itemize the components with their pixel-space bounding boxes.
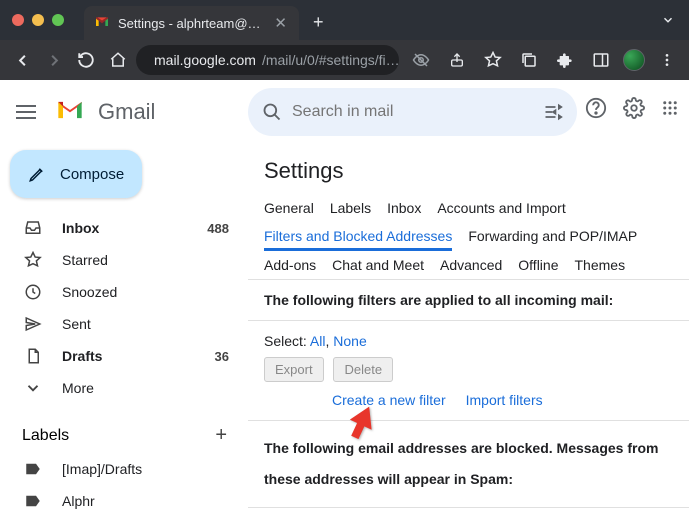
delete-button[interactable]: Delete: [333, 357, 393, 382]
settings-tab-add-ons[interactable]: Add-ons: [264, 251, 316, 279]
annotation-arrow: [348, 405, 376, 444]
sidebar-item-inbox[interactable]: Inbox 488: [0, 212, 247, 244]
label-text: [Imap]/Drafts: [62, 461, 229, 477]
sidebar-item-drafts[interactable]: Drafts 36: [0, 340, 247, 372]
main-panel: Settings General Labels Inbox Accounts and …: [248, 80, 689, 529]
settings-page: Settings General Labels Inbox Accounts and …: [248, 144, 689, 529]
profile-avatar[interactable]: [623, 49, 645, 71]
address-bar[interactable]: mail.google.com/mail/u/0/#settings/fi…: [136, 45, 399, 75]
tab-groups-icon[interactable]: [515, 51, 543, 69]
nav-label: Inbox: [62, 220, 189, 236]
settings-tab-forwarding-and-pop-imap[interactable]: Forwarding and POP/IMAP: [468, 222, 637, 251]
settings-tab-chat-and-meet[interactable]: Chat and Meet: [332, 251, 424, 279]
nav-label: Starred: [62, 252, 211, 268]
tabs-dropdown[interactable]: [661, 13, 675, 32]
select-label: Select:: [264, 333, 310, 349]
home-button[interactable]: [104, 51, 132, 69]
apps-menu-icon[interactable]: [661, 99, 679, 122]
send-icon: [24, 315, 44, 333]
sidebar-item-more[interactable]: More: [0, 372, 247, 404]
settings-tab-inbox[interactable]: Inbox: [387, 194, 421, 222]
settings-tabs: General Labels Inbox Accounts and ImportFil…: [248, 194, 689, 279]
nav-label: Sent: [62, 316, 211, 332]
settings-tab-labels[interactable]: Labels: [330, 194, 371, 222]
url-host: mail.google.com: [154, 52, 256, 68]
nav-label: Snoozed: [62, 284, 211, 300]
filters-intro: The following filters are applied to all…: [248, 280, 689, 320]
clock-icon: [24, 283, 44, 301]
nav-label: Drafts: [62, 348, 197, 364]
import-filters-link[interactable]: Import filters: [466, 392, 543, 408]
tab-close-button[interactable]: ✕: [272, 14, 289, 32]
nav-count: 36: [215, 349, 229, 364]
settings-tab-accounts-and-import[interactable]: Accounts and Import: [437, 194, 565, 222]
gmail-brand: Gmail: [98, 99, 155, 125]
select-none-link[interactable]: None: [333, 333, 366, 349]
back-button[interactable]: [8, 51, 36, 70]
inbox-icon: [24, 219, 44, 237]
star-icon: [24, 251, 44, 269]
gmail-favicon: [94, 14, 110, 33]
settings-tab-offline[interactable]: Offline: [518, 251, 558, 279]
maximize-window[interactable]: [52, 14, 64, 26]
labels-header: Labels: [22, 427, 69, 445]
compose-label: Compose: [60, 166, 124, 183]
sidepanel-icon[interactable]: [587, 51, 615, 69]
tab-title: Settings - alphrteam@gmail.co: [118, 16, 264, 31]
nav-count: 488: [207, 221, 229, 236]
label-text: Alphr: [62, 493, 229, 509]
new-tab-button[interactable]: +: [313, 12, 324, 33]
window-titlebar: Settings - alphrteam@gmail.co ✕ +: [0, 0, 689, 40]
search-icon: [262, 102, 282, 122]
browser-tab[interactable]: Settings - alphrteam@gmail.co ✕: [84, 6, 299, 40]
eye-icon[interactable]: [407, 51, 435, 69]
nav-label: More: [62, 380, 211, 396]
pencil-icon: [28, 165, 46, 183]
app-content: Gmail Compose Inbox 488 Starred Snoozed Sent…: [0, 80, 689, 529]
sidebar-item-starred[interactable]: Starred: [0, 244, 247, 276]
gmail-logo: [56, 99, 84, 126]
label-icon: [24, 492, 44, 510]
traffic-lights: [12, 14, 64, 26]
bookmark-star-icon[interactable]: [479, 51, 507, 69]
sidebar: Gmail Compose Inbox 488 Starred Snoozed Sent…: [0, 80, 248, 529]
search-input[interactable]: [292, 103, 533, 121]
sidebar-item-sent[interactable]: Sent: [0, 308, 247, 340]
compose-button[interactable]: Compose: [10, 150, 142, 198]
help-button[interactable]: [585, 97, 607, 124]
minimize-window[interactable]: [32, 14, 44, 26]
url-path: /mail/u/0/#settings/fi…: [262, 52, 399, 68]
reload-button[interactable]: [72, 51, 100, 69]
draft-icon: [24, 347, 44, 365]
close-window[interactable]: [12, 14, 24, 26]
settings-tab-general[interactable]: General: [264, 194, 314, 222]
nav-list: Inbox 488 Starred Snoozed Sent Drafts 36 More: [0, 212, 247, 404]
search-options-icon[interactable]: [543, 102, 563, 122]
export-button[interactable]: Export: [264, 357, 324, 382]
browser-toolbar: mail.google.com/mail/u/0/#settings/fi…: [0, 40, 689, 80]
main-menu-button[interactable]: [16, 105, 36, 119]
label-item[interactable]: Alphr: [0, 485, 247, 517]
blocked-intro: The following email addresses are blocke…: [248, 421, 689, 507]
settings-tab-themes[interactable]: Themes: [575, 251, 626, 279]
settings-tab-advanced[interactable]: Advanced: [440, 251, 502, 279]
more-icon: [24, 379, 44, 397]
browser-menu-icon[interactable]: [653, 52, 681, 68]
share-icon[interactable]: [443, 52, 471, 68]
settings-tab-filters-and-blocked-addresses[interactable]: Filters and Blocked Addresses: [264, 222, 452, 251]
add-label-button[interactable]: +: [215, 424, 227, 447]
select-all-link[interactable]: All: [310, 333, 326, 349]
search-bar[interactable]: [248, 88, 577, 136]
settings-gear-button[interactable]: [623, 97, 645, 124]
label-list: [Imap]/Drafts Alphr: [0, 453, 247, 517]
label-icon: [24, 460, 44, 478]
label-item[interactable]: [Imap]/Drafts: [0, 453, 247, 485]
settings-title: Settings: [248, 144, 689, 194]
forward-button[interactable]: [40, 51, 68, 70]
sidebar-item-snoozed[interactable]: Snoozed: [0, 276, 247, 308]
extensions-icon[interactable]: [551, 52, 579, 68]
